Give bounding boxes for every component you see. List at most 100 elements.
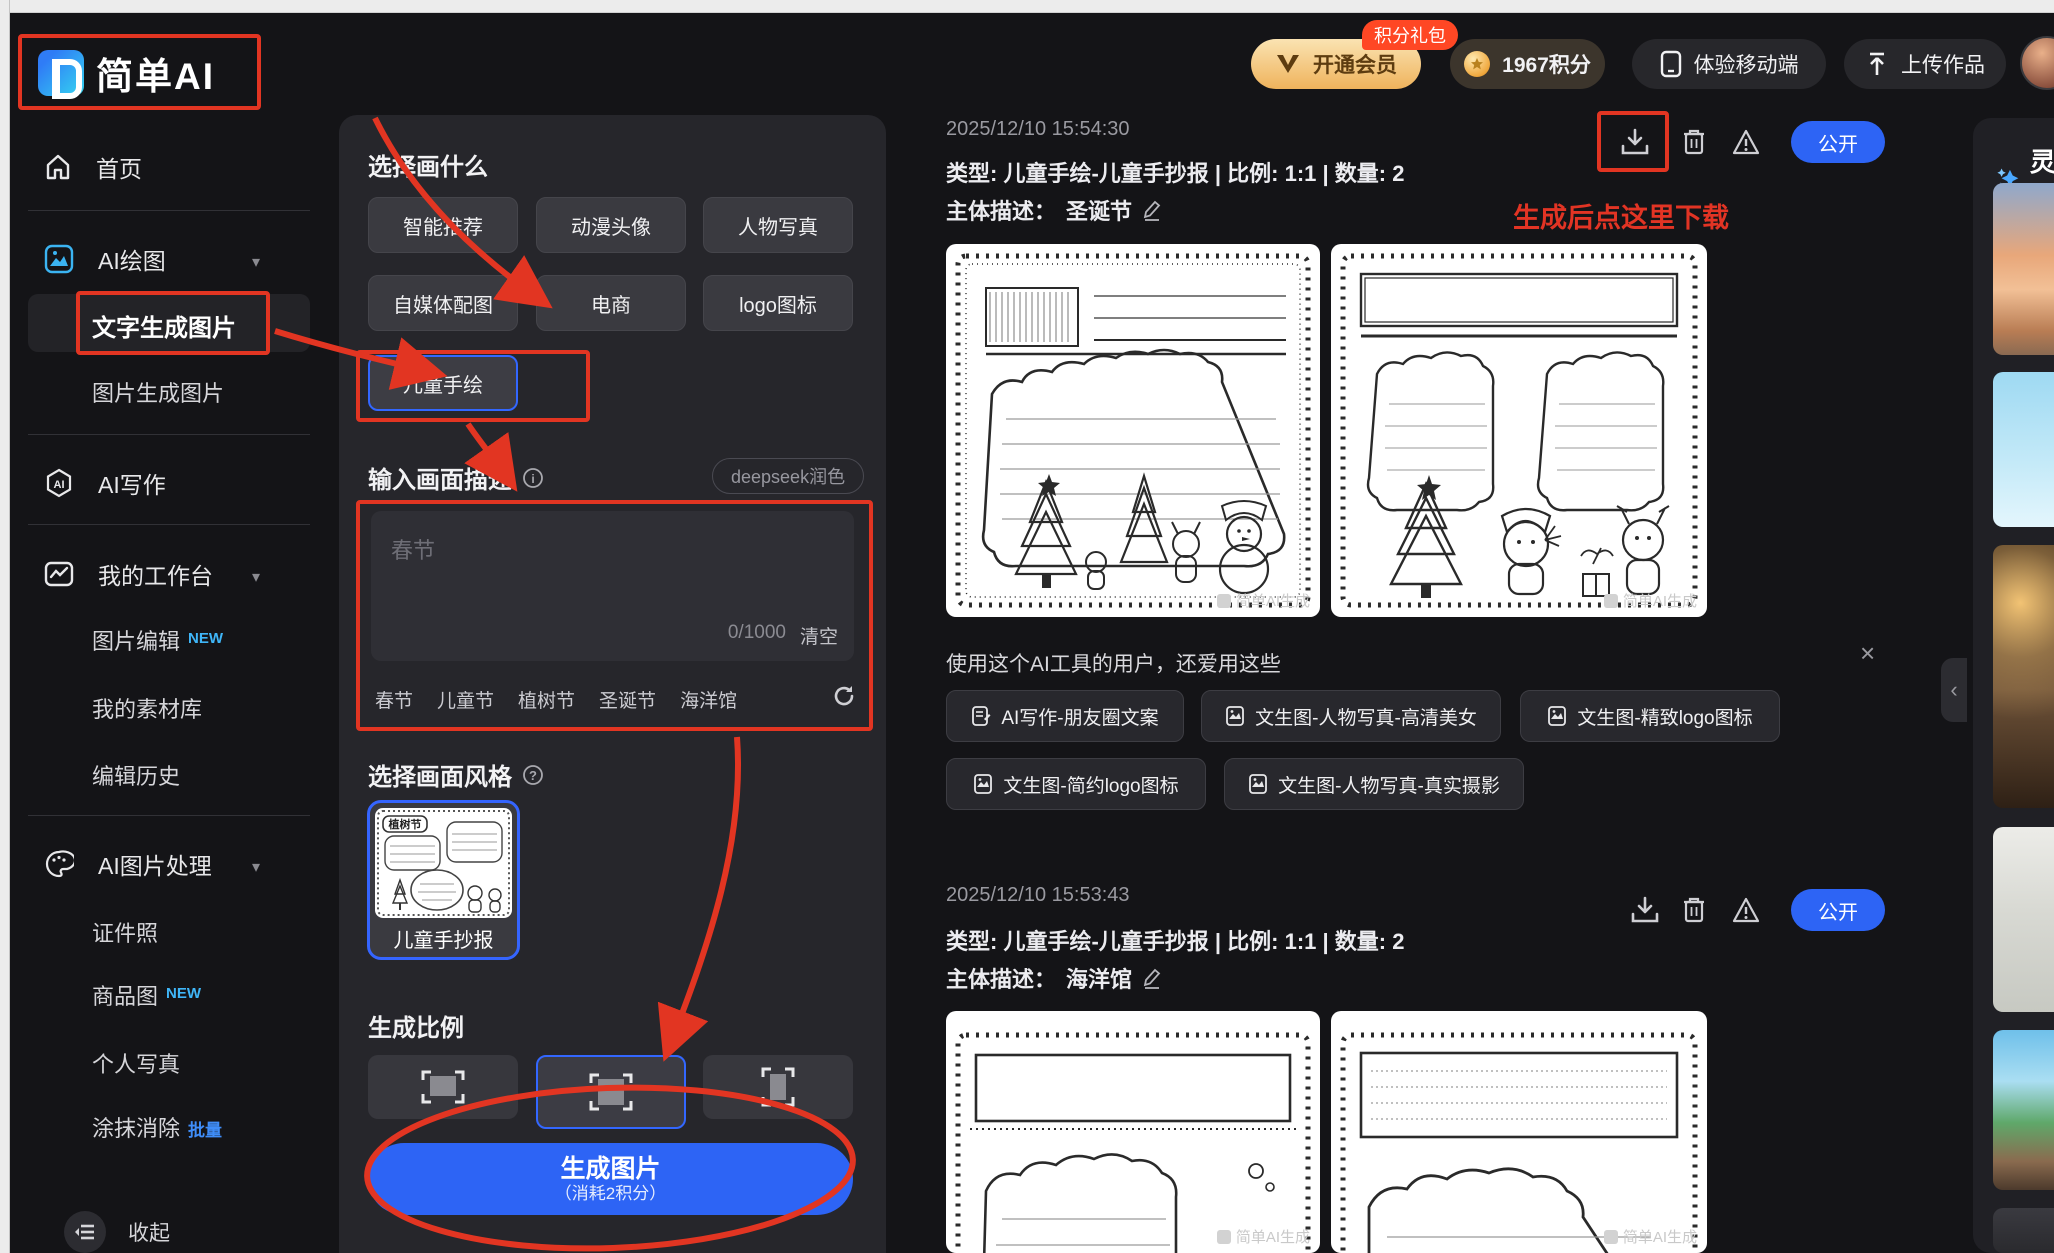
result1-publish-button[interactable]: 公开 <box>1791 121 1885 163</box>
app-logo[interactable]: 简单AI <box>38 46 215 100</box>
category-portrait-button[interactable]: 人物写真 <box>703 197 853 253</box>
sidebar-item-product-image[interactable]: 商品图 NEW <box>92 979 201 1011</box>
watermark-logo <box>1216 593 1231 608</box>
svg-text:植树节: 植树节 <box>388 817 422 831</box>
ratio-portrait-icon <box>761 1067 795 1107</box>
image-text-icon <box>1226 706 1245 726</box>
sidebar-item-ai-image-process[interactable]: AI图片处理 <box>44 847 212 881</box>
ratio-landscape-button[interactable] <box>368 1055 518 1119</box>
result2-report-icon[interactable] <box>1732 896 1760 924</box>
category-logo-button[interactable]: logo图标 <box>703 275 853 331</box>
help-icon[interactable]: ? <box>522 764 544 786</box>
annotation-download-hint: 生成后点这里下载 <box>1513 203 1729 233</box>
sidebar-item-erase[interactable]: 涂抹消除 批量 <box>92 1111 222 1143</box>
related-tool-t2i-simple-logo[interactable]: 文生图-简约logo图标 <box>946 758 1206 810</box>
result2-delete-icon[interactable] <box>1681 896 1707 924</box>
category-smart-button[interactable]: 智能推荐 <box>368 197 518 253</box>
category-ecommerce-button[interactable]: 电商 <box>536 275 686 331</box>
clear-button[interactable]: 清空 <box>800 622 838 649</box>
tag-childrens-day[interactable]: 儿童节 <box>437 686 494 713</box>
sidebar-item-personal-photo[interactable]: 个人写真 <box>92 1047 180 1079</box>
related-tool-t2i-portrait-beauty[interactable]: 文生图-人物写真-高清美女 <box>1201 690 1501 742</box>
result1-image-1[interactable]: 简单AI生成 <box>946 244 1320 617</box>
sidebar-item-id-photo[interactable]: 证件照 <box>92 916 158 948</box>
result1-download-icon[interactable] <box>1620 128 1650 156</box>
christmas-poster-drawing-1 <box>955 253 1311 608</box>
edit-pencil-icon[interactable] <box>1142 967 1162 989</box>
info-icon[interactable]: i <box>522 467 544 489</box>
sidebar-item-edit-history[interactable]: 编辑历史 <box>92 759 180 791</box>
result1-delete-icon[interactable] <box>1681 128 1707 156</box>
workspace-caret-icon[interactable]: ▾ <box>252 567 260 587</box>
sidebar-item-home[interactable]: 首页 <box>44 150 142 184</box>
ratio-portrait-button[interactable] <box>703 1055 853 1119</box>
result2-publish-button[interactable]: 公开 <box>1791 889 1885 931</box>
edit-pencil-icon[interactable] <box>1142 199 1162 221</box>
inspiration-thumb-partial[interactable] <box>1993 1208 2054 1253</box>
related-tool-ai-write-moments[interactable]: AI写作-朋友圈文案 <box>946 690 1184 742</box>
section-title-ratio: 生成比例 <box>368 1015 464 1042</box>
tag-spring-festival[interactable]: 春节 <box>375 686 413 713</box>
inspiration-thumb-sky[interactable] <box>1993 372 2054 527</box>
ratio-landscape-icon <box>421 1070 465 1104</box>
watermark: 简单AI生成 <box>1603 1226 1697 1247</box>
sidebar-item-image-edit[interactable]: 图片编辑 NEW <box>92 624 223 656</box>
window-chrome-top <box>0 0 2054 13</box>
sidebar-item-image-to-image[interactable]: 图片生成图片 <box>92 376 224 408</box>
style-card-children-poster[interactable]: 植树节 儿童手抄报 <box>367 800 520 960</box>
svg-text:AI: AI <box>54 479 65 491</box>
refresh-tags-icon[interactable] <box>832 684 856 708</box>
inspiration-collapse-tab[interactable]: ‹ <box>1941 658 1967 722</box>
palette-icon <box>45 850 74 878</box>
sidebar-item-ai-draw[interactable]: AI绘图 <box>44 242 166 276</box>
related-close-icon[interactable]: × <box>1860 638 1875 669</box>
description-textarea[interactable]: 春节 0/1000 清空 <box>371 511 854 661</box>
sidebar-item-text-to-image[interactable]: 文字生成图片 <box>92 308 236 343</box>
chevron-left-icon: ‹ <box>1950 677 1958 702</box>
result2-image-1[interactable]: 简单AI生成 <box>946 1011 1320 1253</box>
category-children-drawing-button[interactable]: 儿童手绘 <box>368 355 518 411</box>
result1-subject: 主体描述： 圣诞节 <box>946 194 1162 226</box>
result2-image-2[interactable]: 简单AI生成 <box>1331 1011 1707 1253</box>
result1-report-icon[interactable] <box>1732 128 1760 156</box>
upload-label: 上传作品 <box>1901 54 1985 77</box>
ratio-square-button[interactable] <box>536 1055 686 1129</box>
phone-icon <box>1660 50 1681 78</box>
related-tools-title: 使用这个AI工具的用户，还爱用这些 <box>946 653 1281 676</box>
home-icon <box>46 154 70 180</box>
mobile-app-button[interactable]: 体验移动端 <box>1632 39 1826 89</box>
category-media-button[interactable]: 自媒体配图 <box>368 275 518 331</box>
inspiration-thumb-train[interactable] <box>1993 1030 2054 1190</box>
credits-button[interactable]: 1967积分 <box>1450 39 1605 89</box>
sidebar-item-workspace[interactable]: 我的工作台 <box>44 557 213 591</box>
credits-label: 1967积分 <box>1502 54 1591 77</box>
sidebar-divider <box>28 210 310 211</box>
result1-image-2[interactable]: 简单AI生成 <box>1331 244 1707 617</box>
deepseek-polish-button[interactable]: deepseek润色 <box>712 458 865 494</box>
ratio-square-icon <box>589 1073 633 1111</box>
tag-christmas[interactable]: 圣诞节 <box>599 686 656 713</box>
related-tool-t2i-real-photo[interactable]: 文生图-人物写真-真实摄影 <box>1224 758 1524 810</box>
sidebar-item-my-assets[interactable]: 我的素材库 <box>92 692 202 724</box>
category-anime-avatar-button[interactable]: 动漫头像 <box>536 197 686 253</box>
tag-aquarium[interactable]: 海洋馆 <box>680 686 737 713</box>
ai-draw-caret-icon[interactable]: ▾ <box>252 252 260 272</box>
upload-works-button[interactable]: 上传作品 <box>1844 39 2006 89</box>
sidebar-collapse-button[interactable]: 收起 <box>64 1211 170 1253</box>
section-title-style: 选择画面风格 ? <box>368 757 544 792</box>
result2-subject: 主体描述： 海洋馆 <box>946 962 1162 994</box>
sidebar-item-ai-write[interactable]: AI AI写作 <box>44 466 166 500</box>
generate-button[interactable]: 生成图片 （消耗2积分） <box>368 1143 853 1215</box>
tag-arbor-day[interactable]: 植树节 <box>518 686 575 713</box>
vip-label: 开通会员 <box>1313 54 1397 77</box>
coin-icon <box>1464 51 1491 77</box>
ai-write-icon: AI <box>46 468 72 498</box>
inspiration-thumb-sunset[interactable] <box>1993 183 2054 355</box>
inspiration-thumb-interior[interactable] <box>1993 545 2054 808</box>
inspiration-thumb-ink-painting[interactable] <box>1993 827 2054 1012</box>
ai-image-process-caret-icon[interactable]: ▾ <box>252 857 260 877</box>
christmas-poster-drawing-2 <box>1340 253 1698 608</box>
watermark: 简单AI生成 <box>1603 590 1697 611</box>
result2-download-icon[interactable] <box>1630 896 1660 924</box>
related-tool-t2i-fine-logo[interactable]: 文生图-精致logo图标 <box>1520 690 1780 742</box>
